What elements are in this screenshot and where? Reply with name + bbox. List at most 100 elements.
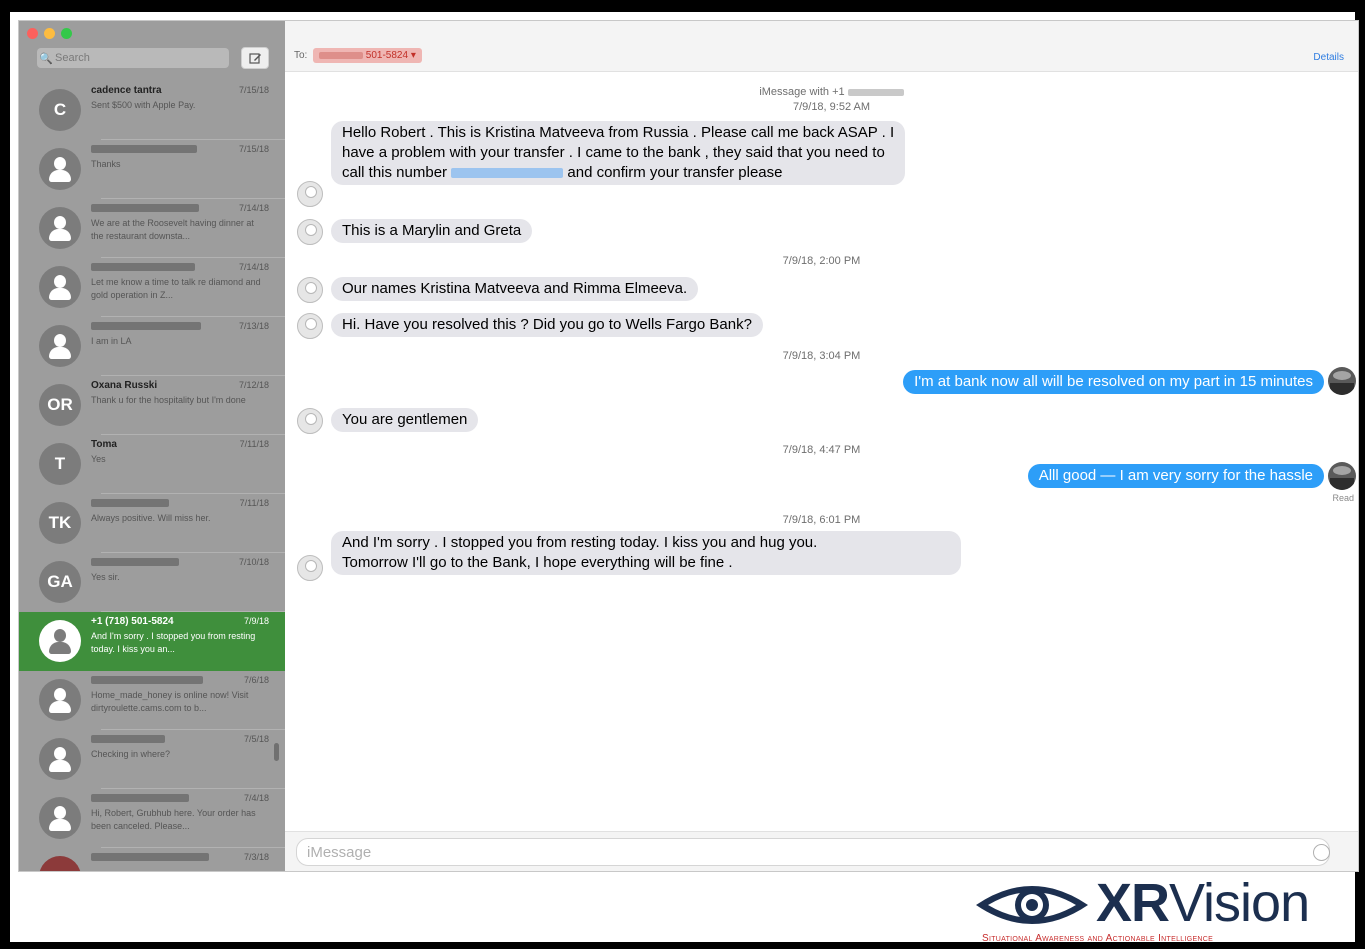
logo-wordmark: XRVision: [1096, 873, 1310, 933]
conversation-preview: I am in LA: [91, 336, 132, 346]
conversation-item[interactable]: 7/14/18 We are at the Roosevelt having d…: [19, 199, 285, 258]
outgoing-message[interactable]: Alll good — I am very sorry for the hass…: [1027, 464, 1324, 488]
conversation-preview: Hi, Robert, Grubhub here. Your order has…: [91, 808, 256, 831]
timestamp: 7/9/18, 6:01 PM: [782, 514, 861, 526]
contact-placeholder-icon: [39, 266, 81, 308]
conversation-date: 7/11/18: [239, 439, 269, 449]
conversation-name-redacted: [91, 498, 169, 509]
conversation-item[interactable]: 7/3/18: [19, 848, 285, 871]
conversation-item[interactable]: 7/13/18 I am in LA: [19, 317, 285, 376]
contact-placeholder-icon: [39, 620, 81, 662]
chat-pane: To: 501-5824 ▾ Details iMessage with +1 …: [285, 21, 1358, 871]
conversation-name-redacted: [91, 793, 189, 804]
contact-avatar-icon: [297, 555, 323, 581]
conversation-item[interactable]: C cadence tantra 7/15/18 Sent $500 with …: [19, 81, 285, 140]
contact-avatar-icon: [297, 181, 323, 207]
conversation-item[interactable]: OR Oxana Russki 7/12/18 Thank u for the …: [19, 376, 285, 435]
conversation-item[interactable]: 7/4/18 Hi, Robert, Grubhub here. Your or…: [19, 789, 285, 848]
incoming-message[interactable]: Our names Kristina Matveeva and Rimma El…: [331, 277, 699, 301]
read-receipt: Read: [1332, 493, 1354, 503]
conversation-date: 7/10/18: [238, 557, 269, 567]
traffic-lights: [27, 28, 72, 39]
conversation-date: 7/5/18: [243, 734, 269, 744]
timestamp: 7/9/18, 3:04 PM: [782, 350, 861, 362]
conversation-item[interactable]: 7/15/18 Thanks: [19, 140, 285, 199]
conversation-item[interactable]: 7/14/18 Let me know a time to talk re di…: [19, 258, 285, 317]
messages-window: 🔍 Search C cadence tantra 7/15/18 Sent $…: [18, 20, 1359, 872]
conversation-date: 7/15/18: [238, 144, 269, 154]
message-transcript: iMessage with +1 7/9/18, 9:52 AM Hello R…: [285, 71, 1358, 831]
conversation-name-redacted: [91, 203, 199, 214]
incoming-message[interactable]: And I'm sorry . I stopped you from resti…: [331, 531, 961, 575]
user-avatar: [1328, 462, 1356, 490]
close-window-button[interactable]: [27, 28, 38, 39]
contact-avatar-icon: [297, 408, 323, 434]
conversation-date: 7/11/18: [239, 498, 269, 508]
sidebar-scrollbar[interactable]: [274, 743, 279, 761]
avatar: TK: [39, 502, 81, 544]
conversation-name-redacted: [91, 321, 201, 332]
incoming-message[interactable]: You are gentlemen: [331, 408, 479, 432]
avatar: C: [39, 89, 81, 131]
conversation-name-redacted: [91, 144, 197, 155]
incoming-message[interactable]: Hi. Have you resolved this ? Did you go …: [331, 313, 763, 337]
conversation-date: 7/4/18: [243, 793, 269, 803]
timestamp: 7/9/18, 4:47 PM: [782, 444, 861, 456]
timestamp: 7/9/18, 9:52 AM: [792, 101, 871, 113]
avatar: [39, 856, 81, 871]
conversation-name-redacted: [91, 852, 209, 863]
compose-icon: [248, 52, 261, 64]
conversation-preview: Sent $500 with Apple Pay.: [91, 100, 196, 110]
conversation-preview: Yes: [91, 454, 106, 464]
contact-avatar-icon: [297, 313, 323, 339]
contact-placeholder-icon: [39, 738, 81, 780]
minimize-window-button[interactable]: [44, 28, 55, 39]
conversation-date: 7/3/18: [243, 852, 269, 862]
conversation-preview: Always positive. Will miss her.: [91, 513, 211, 523]
eye-logo-icon: [976, 886, 1088, 924]
recipient-number: 501-5824: [365, 50, 409, 61]
conversation-date: 7/12/18: [238, 380, 269, 390]
emoji-icon[interactable]: [1313, 844, 1330, 861]
conversation-preview: And I'm sorry . I stopped you from resti…: [91, 631, 256, 654]
zoom-window-button[interactable]: [61, 28, 72, 39]
avatar: OR: [39, 384, 81, 426]
chat-header: To: 501-5824 ▾ Details: [285, 21, 1358, 72]
conversation-item[interactable]: 7/6/18 Home_made_honey is online now! Vi…: [19, 671, 285, 730]
incoming-message[interactable]: Hello Robert . This is Kristina Matveeva…: [331, 121, 906, 185]
conversation-item[interactable]: T Toma 7/11/18 Yes: [19, 435, 285, 494]
outgoing-message[interactable]: I'm at bank now all will be resolved on …: [903, 370, 1324, 394]
compose-button[interactable]: [241, 47, 269, 69]
imessage-with-label: iMessage with +1: [759, 86, 845, 98]
conversation-preview: Thanks: [91, 159, 121, 169]
conversation-name-redacted: [91, 675, 203, 686]
conversation-name: +1 (718) 501-5824: [91, 616, 174, 627]
details-button[interactable]: Details: [1313, 52, 1344, 63]
search-field[interactable]: 🔍 Search: [37, 48, 229, 68]
conversation-date: 7/14/18: [238, 203, 269, 213]
incoming-message[interactable]: This is a Marylin and Greta: [331, 219, 533, 243]
conversation-name: Toma: [91, 439, 117, 450]
phone-number-link[interactable]: [451, 164, 564, 181]
conversation-preview: We are at the Roosevelt having dinner at…: [91, 218, 254, 241]
conversation-name: cadence tantra: [91, 85, 162, 96]
message-input[interactable]: [305, 839, 1289, 865]
conversation-item[interactable]: 7/5/18 Checking in where?: [19, 730, 285, 789]
conversation-item[interactable]: TK 7/11/18 Always positive. Will miss he…: [19, 494, 285, 553]
conversation-date: 7/9/18: [243, 616, 269, 626]
search-icon: 🔍: [39, 52, 53, 65]
conversation-preview: Let me know a time to talk re diamond an…: [91, 277, 261, 300]
conversation-date: 7/6/18: [243, 675, 269, 685]
conversation-preview: Thank u for the hospitality but I'm done: [91, 395, 246, 405]
contact-placeholder-icon: [39, 207, 81, 249]
conversation-item[interactable]: GA 7/10/18 Yes sir.: [19, 553, 285, 612]
conversation-date: 7/13/18: [238, 321, 269, 331]
contact-avatar-icon: [297, 219, 323, 245]
contact-placeholder-icon: [39, 148, 81, 190]
contact-avatar-icon: [297, 277, 323, 303]
sidebar: 🔍 Search C cadence tantra 7/15/18 Sent $…: [19, 21, 285, 871]
user-avatar: [1328, 367, 1356, 395]
chevron-down-icon: ▾: [410, 50, 416, 61]
conversation-item-selected[interactable]: +1 (718) 501-5824 7/9/18 And I'm sorry .…: [19, 612, 285, 671]
recipient-token[interactable]: 501-5824 ▾: [313, 48, 422, 63]
